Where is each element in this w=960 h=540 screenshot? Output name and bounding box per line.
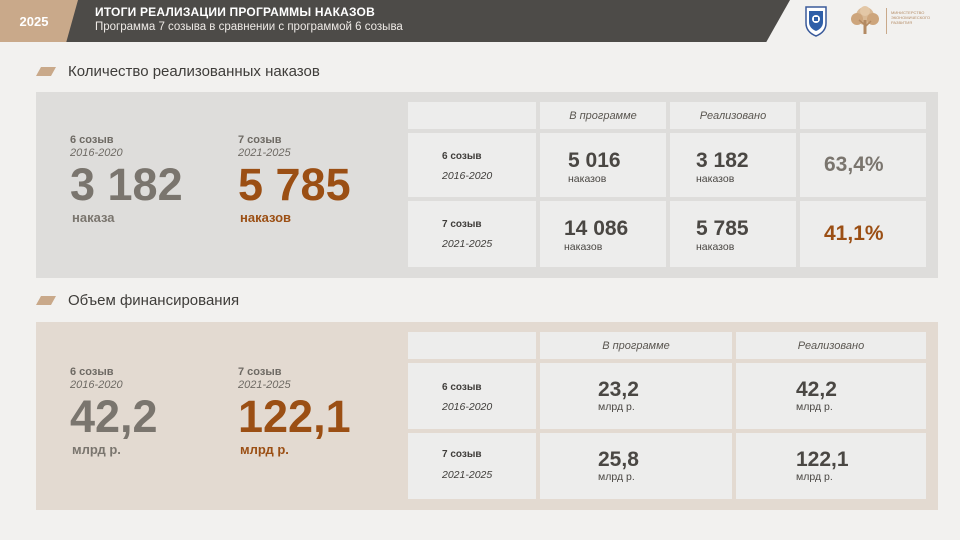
convocation-label: 6 созыв — [70, 366, 114, 378]
page-subtitle: Программа 7 созыва в сравнении с програм… — [95, 21, 403, 33]
cell-unit: наказов — [564, 241, 603, 253]
table-corner-cell — [408, 102, 536, 129]
table-cell: 14 086 наказов — [540, 201, 666, 267]
table-cell: 42,2 млрд р. — [736, 363, 926, 429]
convocation-years: 2021-2025 — [238, 379, 291, 391]
row-label-cell: 7 созыв 2021-2025 — [408, 201, 536, 267]
cell-value: 122,1 — [796, 448, 849, 471]
cell-unit: млрд р. — [598, 401, 635, 413]
row-years: 2016-2020 — [442, 401, 493, 413]
section-title: Количество реализованных наказов — [68, 63, 320, 80]
table-cell: 122,1 млрд р. — [736, 433, 926, 499]
big-unit: млрд р. — [72, 442, 121, 457]
s7-financing-summary: 7 созыв 2021-2025 122,1 млрд р. — [238, 366, 351, 457]
cell-value: 5 016 — [568, 149, 621, 172]
convocation-label: 7 созыв — [238, 366, 282, 378]
big-value: 5 785 — [238, 159, 351, 210]
table-cell: 5 785 наказов — [670, 201, 796, 267]
cell-value: 23,2 — [598, 378, 639, 401]
row-label: 7 созыв — [442, 219, 482, 230]
year-badge: 2025 — [0, 0, 78, 42]
percent-value: 63,4% — [824, 153, 884, 176]
cell-unit: наказов — [696, 173, 735, 185]
s6-count-summary: 6 созыв 2016-2020 3 182 наказа — [70, 134, 183, 225]
cell-unit: млрд р. — [796, 471, 833, 483]
big-value: 122,1 — [238, 391, 351, 442]
coat-of-arms-icon — [805, 6, 827, 37]
table-cell: 5 016 наказов — [540, 133, 666, 197]
table-cell: 25,8 млрд р. — [540, 433, 732, 499]
count-panel: 6 созыв 2016-2020 3 182 наказа 7 созыв 2… — [36, 92, 938, 278]
cell-value: 14 086 — [564, 217, 629, 240]
convocation-years: 2016-2020 — [70, 379, 123, 391]
percent-value: 41,1% — [824, 222, 884, 245]
convocation-label: 6 созыв — [70, 134, 114, 146]
column-header: В программе — [540, 102, 666, 129]
table-cell: 41,1% — [800, 201, 926, 267]
row-years: 2021-2025 — [442, 469, 493, 481]
section-heading-financing: Объем финансирования — [36, 292, 239, 309]
logo-divider — [886, 8, 887, 34]
page-title: ИТОГИ РЕАЛИЗАЦИИ ПРОГРАММЫ НАКАЗОВ — [95, 5, 375, 19]
section-marker-icon — [36, 67, 56, 76]
big-value: 3 182 — [70, 159, 183, 210]
table-corner-cell — [408, 332, 536, 359]
section-heading-count: Количество реализованных наказов — [36, 63, 320, 80]
ministry-name: МИНИСТЕРСТВО ЭКОНОМИЧЕСКОГО РАЗВИТИЯ — [891, 10, 931, 25]
ministry-tree-logo-icon — [851, 6, 879, 34]
section-marker-icon — [36, 296, 56, 305]
cell-value: 3 182 — [696, 149, 749, 172]
convocation-label: 7 созыв — [238, 134, 282, 146]
row-label: 7 созыв — [442, 449, 482, 460]
cell-value: 42,2 — [796, 378, 837, 401]
row-label-cell: 7 созыв 2021-2025 — [408, 433, 536, 499]
big-unit: наказов — [240, 210, 292, 225]
row-label-cell: 6 созыв 2016-2020 — [408, 133, 536, 197]
table-header-empty — [800, 102, 926, 129]
cell-unit: млрд р. — [796, 401, 833, 413]
cell-unit: млрд р. — [598, 471, 635, 483]
header: 2025 ИТОГИ РЕАЛИЗАЦИИ ПРОГРАММЫ НАКАЗОВ … — [0, 0, 960, 42]
cell-unit: наказов — [696, 241, 735, 253]
convocation-years: 2016-2020 — [70, 147, 123, 159]
s7-count-summary: 7 созыв 2021-2025 5 785 наказов — [238, 134, 351, 225]
cell-unit: наказов — [568, 173, 607, 185]
table-cell: 3 182 наказов — [670, 133, 796, 197]
row-years: 2016-2020 — [442, 170, 493, 182]
big-unit: наказа — [72, 210, 115, 225]
convocation-years: 2021-2025 — [238, 147, 291, 159]
row-label: 6 созыв — [442, 151, 482, 162]
big-value: 42,2 — [70, 391, 158, 442]
big-unit: млрд р. — [240, 442, 289, 457]
row-label: 6 созыв — [442, 382, 482, 393]
s6-financing-summary: 6 созыв 2016-2020 42,2 млрд р. — [70, 366, 158, 457]
column-header: Реализовано — [670, 102, 796, 129]
row-label-cell: 6 созыв 2016-2020 — [408, 363, 536, 429]
column-header: Реализовано — [736, 332, 926, 359]
table-cell: 23,2 млрд р. — [540, 363, 732, 429]
column-header: В программе — [540, 332, 732, 359]
table-cell: 63,4% — [800, 133, 926, 197]
cell-value: 25,8 — [598, 448, 639, 471]
row-years: 2021-2025 — [442, 238, 493, 250]
section-title: Объем финансирования — [68, 292, 240, 309]
financing-panel: 6 созыв 2016-2020 42,2 млрд р. 7 созыв 2… — [36, 322, 938, 510]
cell-value: 5 785 — [696, 217, 749, 240]
